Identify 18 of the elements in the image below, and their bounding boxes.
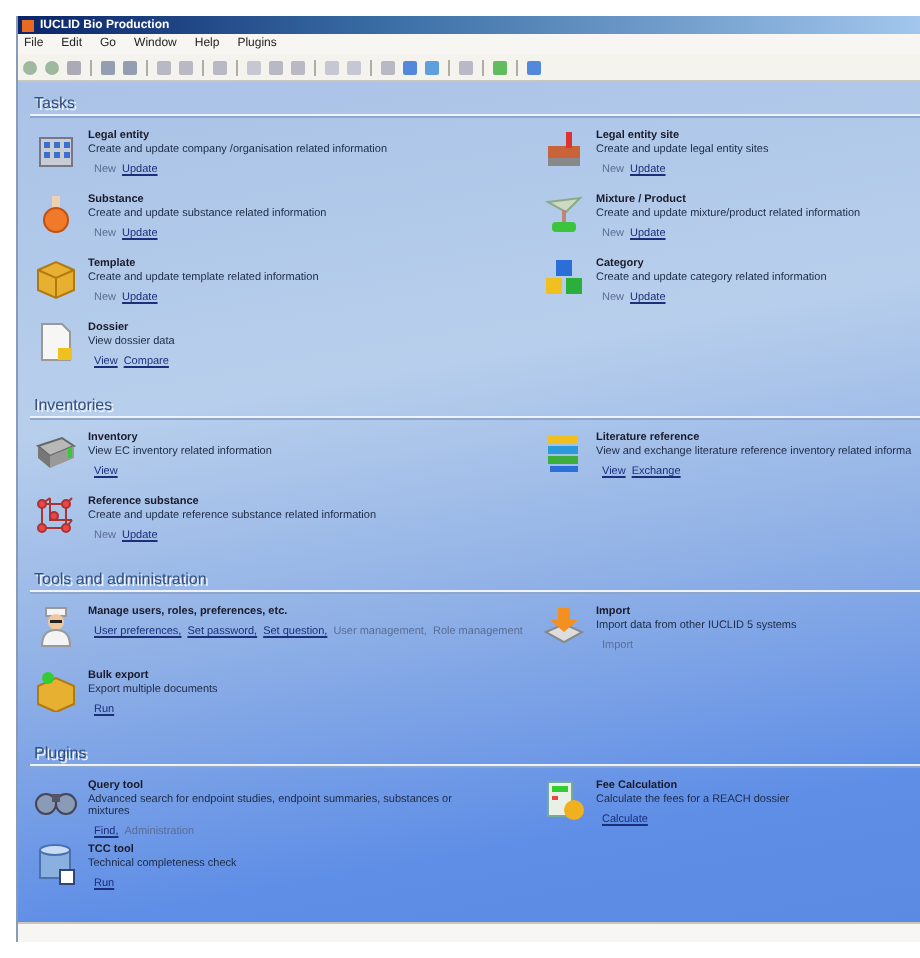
box-icon	[34, 256, 78, 300]
package-icon	[34, 668, 78, 712]
section-heading: Inventories	[32, 396, 115, 416]
database-icon	[34, 842, 78, 886]
section-heading: Plugins	[32, 744, 89, 764]
toolbar-icon[interactable]	[212, 59, 228, 75]
funnel-icon	[542, 192, 586, 236]
toolbar-icon[interactable]	[492, 59, 508, 75]
app-logo-icon	[22, 19, 34, 31]
section-heading: Tools and administration	[32, 570, 209, 590]
section-heading: Tasks	[32, 94, 77, 114]
toolbar-icon[interactable]	[458, 59, 474, 75]
toolbar-icon[interactable]	[526, 59, 542, 75]
molecule-icon	[34, 494, 78, 538]
factory-icon	[542, 128, 586, 172]
download-arrow-icon	[542, 604, 586, 648]
calculator-icon	[542, 778, 586, 822]
cubes-icon	[542, 256, 586, 300]
